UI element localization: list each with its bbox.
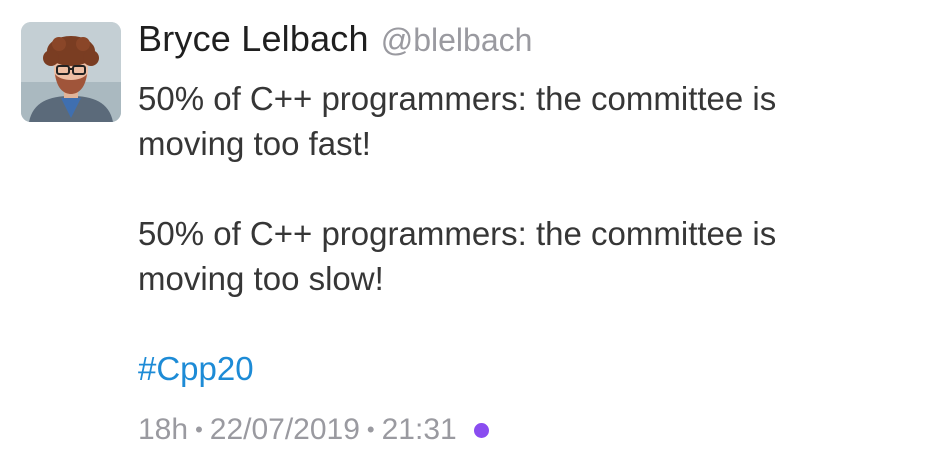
- purple-dot-icon: [473, 422, 489, 438]
- relative-time: 18h: [138, 413, 189, 446]
- meta-separator: •: [195, 417, 203, 442]
- tweet-text: 50% of C++ programmers: the committee is…: [138, 76, 918, 391]
- hashtag-link[interactable]: #Cpp20: [138, 350, 254, 387]
- tweet-text-line: 50% of C++ programmers: the committee is: [138, 215, 777, 252]
- tweet-text-line: moving too fast!: [138, 125, 371, 162]
- tweet-date[interactable]: 22/07/2019: [210, 410, 360, 450]
- author-handle[interactable]: @blelbach: [381, 22, 533, 59]
- tweet-text-line: 50% of C++ programmers: the committee is: [138, 80, 777, 117]
- meta-separator: •: [366, 417, 375, 442]
- tweet-time[interactable]: 21:31: [382, 410, 457, 450]
- profile-photo-icon: [21, 22, 121, 122]
- tweet-card: Bryce Lelbach @blelbach 50% of C++ progr…: [0, 0, 932, 467]
- tweet-meta: 18h • 22/07/2019 • 21:31: [138, 410, 489, 450]
- author-display-name[interactable]: Bryce Lelbach: [138, 18, 369, 60]
- avatar[interactable]: [21, 22, 121, 122]
- tweet-text-line: moving too slow!: [138, 260, 384, 297]
- tweet-header: Bryce Lelbach @blelbach: [138, 18, 918, 68]
- tweet-content: Bryce Lelbach @blelbach 50% of C++ progr…: [138, 18, 918, 391]
- hashtag-line: #Cpp20: [138, 346, 918, 391]
